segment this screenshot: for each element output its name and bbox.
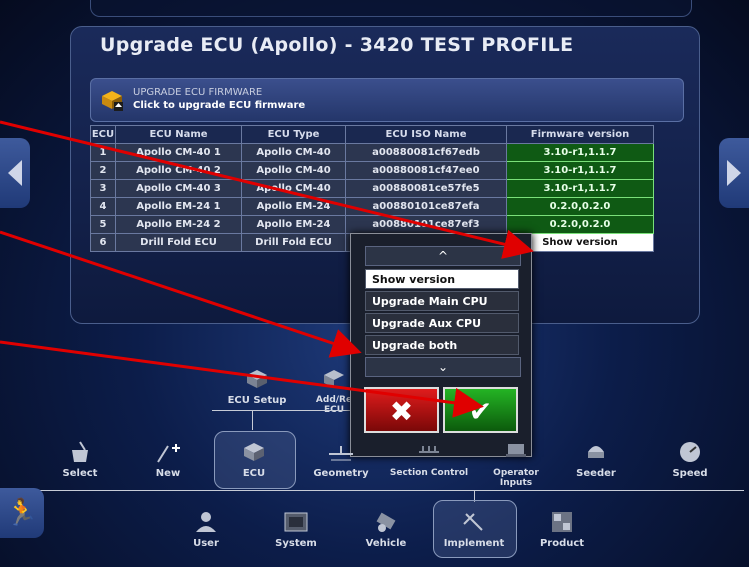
annotation-arrow-confirm xyxy=(0,340,484,418)
annotation-arrow-upgrade-both xyxy=(0,230,362,358)
annotation-arrow-show-version xyxy=(0,120,534,259)
annotation-arrows xyxy=(0,120,534,418)
